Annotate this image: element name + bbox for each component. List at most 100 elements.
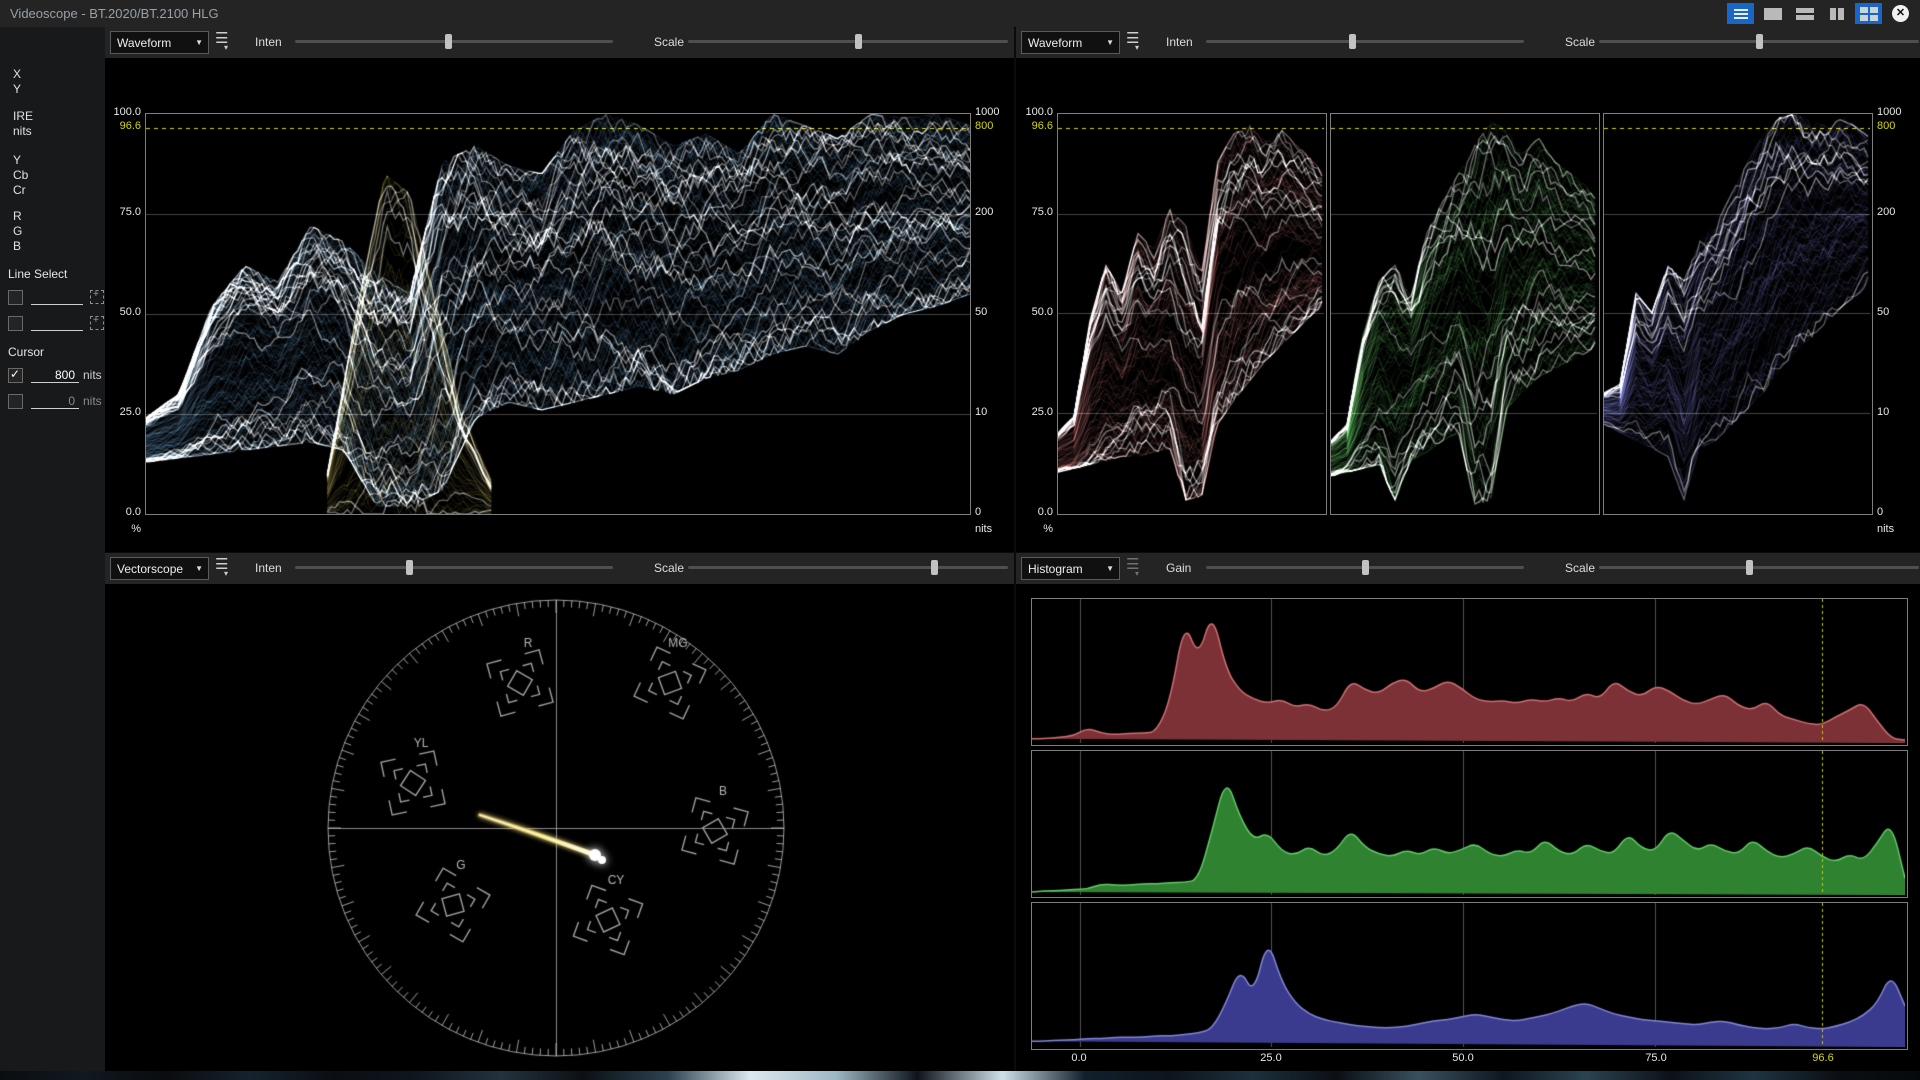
inten-label: Inten bbox=[255, 35, 282, 49]
sidebar-item-cb[interactable]: Cb bbox=[13, 168, 28, 182]
scale-slider[interactable] bbox=[688, 566, 1008, 569]
slider-thumb[interactable] bbox=[931, 560, 938, 575]
line-select-checkbox-1[interactable] bbox=[8, 290, 23, 305]
axis-label-left: 25.0 bbox=[105, 406, 141, 418]
cursor-nits-input-2[interactable]: 0 bbox=[31, 394, 79, 409]
layout-grid-icon bbox=[1860, 7, 1878, 21]
axis-label-right: 50 bbox=[1877, 306, 1917, 318]
sidebar-item-cr[interactable]: Cr bbox=[13, 183, 26, 197]
slider-thumb[interactable] bbox=[445, 34, 452, 49]
histogram-green-canvas bbox=[1032, 751, 1905, 895]
scope-type-dropdown[interactable]: Histogram ▼ bbox=[1021, 557, 1120, 580]
slider-thumb[interactable] bbox=[1362, 560, 1369, 575]
panel-header: Waveform ▼ ☰▾ Inten Scale bbox=[105, 27, 1014, 58]
axis-label-right: 1000 bbox=[1877, 106, 1917, 118]
chevron-down-icon: ▼ bbox=[1106, 564, 1119, 573]
scale-label: Scale bbox=[654, 35, 684, 49]
options-menu-button[interactable]: ☰▾ bbox=[1126, 556, 1150, 580]
sidebar-item-ire[interactable]: IRE bbox=[13, 109, 33, 123]
axis-label-left: 50.0 bbox=[1016, 306, 1053, 318]
scale-label: Scale bbox=[1565, 561, 1595, 575]
sidebar-item-luma[interactable]: Y bbox=[13, 153, 21, 167]
inten-slider[interactable] bbox=[295, 40, 613, 43]
axis-label-left: 75.0 bbox=[1016, 206, 1053, 218]
cursor-nits-input[interactable]: 800 bbox=[31, 368, 79, 383]
histogram-blue-plot bbox=[1031, 902, 1908, 1050]
parade-blue-plot bbox=[1603, 113, 1873, 515]
scale-slider[interactable] bbox=[1599, 566, 1919, 569]
layout-rows-button[interactable] bbox=[1791, 3, 1818, 24]
vectorscope-canvas bbox=[105, 584, 1014, 1080]
slider-thumb[interactable] bbox=[1349, 34, 1356, 49]
histogram-green-plot bbox=[1031, 750, 1908, 898]
line-select-input-1[interactable] bbox=[31, 290, 83, 305]
options-menu-button[interactable]: ☰▾ bbox=[215, 556, 239, 580]
axis-label-left: 100.0 bbox=[105, 106, 141, 118]
window-title: Videoscope - BT.2020/BT.2100 HLG bbox=[10, 6, 219, 21]
inten-slider[interactable] bbox=[295, 566, 613, 569]
histogram-blue-canvas bbox=[1032, 903, 1905, 1047]
axis-label-left: % bbox=[105, 523, 141, 535]
axis-label-left: 25.0 bbox=[1016, 406, 1053, 418]
video-preview-strip bbox=[0, 1071, 1920, 1080]
slider-thumb[interactable] bbox=[1746, 560, 1753, 575]
cursor-checkbox-1[interactable] bbox=[8, 368, 23, 383]
histogram-x-tick: 25.0 bbox=[1260, 1052, 1281, 1064]
hamburger-icon bbox=[1734, 9, 1748, 19]
parade-red-canvas bbox=[1058, 114, 1324, 512]
sidebar-item-nits[interactable]: nits bbox=[13, 124, 32, 138]
scope-type-dropdown[interactable]: Vectorscope ▼ bbox=[110, 557, 209, 580]
sidebar-item-b[interactable]: B bbox=[13, 239, 21, 253]
slider-thumb[interactable] bbox=[1756, 34, 1763, 49]
scope-type-dropdown[interactable]: Waveform ▼ bbox=[1021, 31, 1120, 54]
menu-button[interactable] bbox=[1727, 3, 1754, 24]
layout-single-icon bbox=[1764, 8, 1782, 20]
axis-label-right: 50 bbox=[975, 306, 1013, 318]
scale-label: Scale bbox=[1565, 35, 1595, 49]
layout-grid-button[interactable] bbox=[1855, 3, 1882, 24]
cursor-row-2: 0 nits bbox=[8, 393, 102, 409]
axis-label-left: % bbox=[1016, 523, 1053, 535]
parade-green-canvas bbox=[1331, 114, 1597, 512]
options-menu-button[interactable]: ☰▾ bbox=[1126, 30, 1150, 54]
target-region-icon[interactable] bbox=[90, 316, 104, 330]
sidebar-item-g[interactable]: G bbox=[13, 224, 22, 238]
scale-slider[interactable] bbox=[688, 40, 1008, 43]
scale-slider[interactable] bbox=[1599, 40, 1919, 43]
cursor-label: Cursor bbox=[8, 345, 44, 359]
axis-label-left: 96.6 bbox=[1016, 120, 1053, 132]
inten-label: Inten bbox=[1166, 35, 1193, 49]
inten-slider[interactable] bbox=[1206, 40, 1524, 43]
target-region-icon[interactable] bbox=[90, 290, 104, 304]
gain-slider[interactable] bbox=[1206, 566, 1524, 569]
line-select-checkbox-2[interactable] bbox=[8, 316, 23, 331]
close-button[interactable]: ✕ bbox=[1887, 3, 1914, 24]
panel-header: Histogram ▼ ☰▾ Gain Scale bbox=[1016, 553, 1920, 584]
title-bar: Videoscope - BT.2020/BT.2100 HLG ✕ bbox=[0, 0, 1920, 28]
slider-thumb[interactable] bbox=[855, 34, 862, 49]
options-menu-button[interactable]: ☰▾ bbox=[215, 30, 239, 54]
inten-label: Inten bbox=[255, 561, 282, 575]
sidebar-item-y[interactable]: Y bbox=[13, 82, 21, 96]
slider-thumb[interactable] bbox=[406, 560, 413, 575]
axis-label-left: 100.0 bbox=[1016, 106, 1053, 118]
dropdown-value: Waveform bbox=[111, 36, 195, 50]
sidebar-item-r[interactable]: R bbox=[13, 209, 22, 223]
histogram-x-axis: 0.025.050.075.096.6 bbox=[1031, 1052, 1906, 1068]
sidebar-item-x[interactable]: X bbox=[13, 67, 21, 81]
cursor-checkbox-2[interactable] bbox=[8, 394, 23, 409]
dropdown-value: Histogram bbox=[1022, 562, 1106, 576]
layout-single-button[interactable] bbox=[1759, 3, 1786, 24]
chevron-down-icon: ▼ bbox=[195, 564, 208, 573]
line-select-input-2[interactable] bbox=[31, 316, 83, 331]
layout-columns-icon bbox=[1830, 8, 1844, 20]
axis-label-left: 75.0 bbox=[105, 206, 141, 218]
layout-columns-button[interactable] bbox=[1823, 3, 1850, 24]
dropdown-value: Vectorscope bbox=[111, 562, 195, 576]
axis-label-left: 50.0 bbox=[105, 306, 141, 318]
sidebar: X Y IRE nits Y Cb Cr R G B Line Select C… bbox=[0, 27, 106, 1072]
scope-type-dropdown[interactable]: Waveform ▼ bbox=[110, 31, 209, 54]
histogram-x-tick: 75.0 bbox=[1645, 1052, 1666, 1064]
panel-header: Vectorscope ▼ ☰▾ Inten Scale bbox=[105, 553, 1014, 584]
cursor-row-1: 800 nits bbox=[8, 367, 102, 383]
